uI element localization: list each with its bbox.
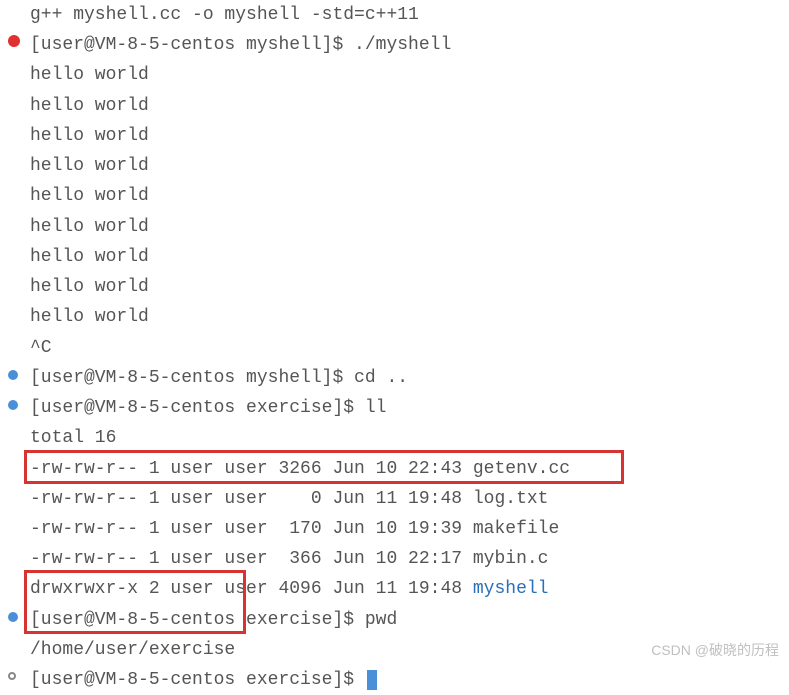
text: hello world [30,277,149,297]
output-line: -rw-rw-r-- 1 user user 3266 Jun 10 22:43… [30,454,789,484]
text: hello world [30,307,149,327]
text: -rw-rw-r-- 1 user user 3266 Jun 10 22:43… [30,459,570,479]
output-line: total 16 [30,423,789,453]
status-dot-icon [8,400,18,410]
output-line: g++ myshell.cc -o myshell -std=c++11 [30,0,789,30]
output-line: -rw-rw-r-- 1 user user 170 Jun 10 19:39 … [30,514,789,544]
output-line: drwxrwxr-x 2 user user 4096 Jun 11 19:48… [30,574,789,604]
text: /home/user/exercise [30,640,235,660]
text: hello world [30,156,149,176]
output-line: hello world [30,91,789,121]
prompt-line[interactable]: [user@VM-8-5-centos exercise]$ [30,665,789,695]
text: [user@VM-8-5-centos exercise]$ [30,670,365,690]
text: [user@VM-8-5-centos exercise]$ ll [30,398,386,418]
text: hello world [30,247,149,267]
output-line: -rw-rw-r-- 1 user user 366 Jun 10 22:17 … [30,544,789,574]
text: -rw-rw-r-- 1 user user 170 Jun 10 19:39 … [30,519,559,539]
output-line: hello world [30,272,789,302]
text: [user@VM-8-5-centos exercise]$ pwd [30,610,397,630]
status-dot-error-icon [8,35,20,47]
prompt-line: [user@VM-8-5-centos exercise]$ pwd [30,605,789,635]
prompt-line: [user@VM-8-5-centos exercise]$ ll [30,393,789,423]
watermark-text: CSDN @破晓的历程 [651,639,779,663]
output-line: hello world [30,121,789,151]
cursor-icon [367,670,377,690]
text: hello world [30,65,149,85]
text: g++ myshell.cc -o myshell -std=c++11 [30,5,419,25]
output-line: ^C [30,333,789,363]
directory-link[interactable]: myshell [473,579,549,599]
output-line: hello world [30,151,789,181]
output-line: -rw-rw-r-- 1 user user 0 Jun 11 19:48 lo… [30,484,789,514]
terminal-output[interactable]: g++ myshell.cc -o myshell -std=c++11 [us… [0,0,789,695]
text: ^C [30,338,52,358]
output-line: hello world [30,242,789,272]
text: hello world [30,186,149,206]
prompt-line: [user@VM-8-5-centos myshell]$ cd .. [30,363,789,393]
output-line: hello world [30,212,789,242]
status-dot-current-icon [8,672,16,680]
text: -rw-rw-r-- 1 user user 0 Jun 11 19:48 lo… [30,489,548,509]
output-line: hello world [30,302,789,332]
status-dot-icon [8,612,18,622]
output-line: hello world [30,181,789,211]
text: hello world [30,217,149,237]
text: hello world [30,126,149,146]
text: drwxrwxr-x 2 user user 4096 Jun 11 19:48 [30,579,473,599]
text: hello world [30,96,149,116]
text: -rw-rw-r-- 1 user user 366 Jun 10 22:17 … [30,549,548,569]
text: [user@VM-8-5-centos myshell]$ cd .. [30,368,408,388]
text: total 16 [30,428,116,448]
status-dot-icon [8,370,18,380]
text: [user@VM-8-5-centos myshell]$ ./myshell [30,35,451,55]
output-line: hello world [30,60,789,90]
prompt-line: [user@VM-8-5-centos myshell]$ ./myshell [30,30,789,60]
